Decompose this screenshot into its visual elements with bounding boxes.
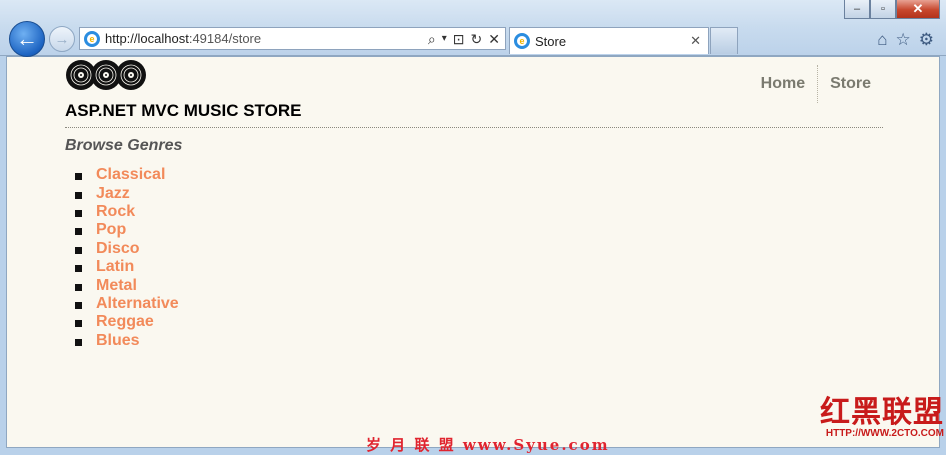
bullet-icon bbox=[75, 173, 82, 181]
watermark-corner: 红黑联盟 HTTP://WWW.2CTO.COM bbox=[820, 395, 944, 440]
genre-link[interactable]: Jazz bbox=[96, 185, 130, 203]
address-tools: ⌕ ▾ ⊡ ↻ ✕ bbox=[428, 30, 500, 48]
nav-store-link[interactable]: Store bbox=[817, 65, 883, 103]
genre-link[interactable]: Metal bbox=[96, 277, 137, 295]
minimize-button[interactable]: – bbox=[844, 0, 870, 19]
genre-link[interactable]: Disco bbox=[96, 240, 140, 258]
address-bar[interactable]: e http://localhost:49184/store ⌕ ▾ ⊡ ↻ ✕ bbox=[79, 27, 506, 50]
genre-list: Classical Jazz Rock Pop Disco Latin Meta… bbox=[65, 166, 179, 350]
tab-close-icon[interactable]: ✕ bbox=[690, 33, 701, 49]
forward-arrow-icon: → bbox=[54, 30, 70, 48]
list-item: Reggae bbox=[65, 313, 179, 331]
list-item: Latin bbox=[65, 258, 179, 276]
list-item: Pop bbox=[65, 221, 179, 239]
genre-link[interactable]: Pop bbox=[96, 221, 126, 239]
tab-title: Store bbox=[535, 33, 567, 49]
ie-icon: e bbox=[84, 30, 100, 47]
back-arrow-icon: ← bbox=[16, 26, 38, 51]
list-item: Blues bbox=[65, 332, 179, 350]
list-item: Disco bbox=[65, 240, 179, 258]
bullet-icon bbox=[75, 338, 82, 346]
bullet-icon bbox=[75, 246, 82, 254]
dropdown-icon[interactable]: ▾ bbox=[442, 30, 447, 48]
close-window-button[interactable]: ✕ bbox=[896, 0, 940, 19]
forward-button[interactable]: → bbox=[49, 26, 75, 52]
home-icon[interactable]: ⌂ bbox=[877, 30, 887, 50]
list-item: Jazz bbox=[65, 184, 179, 202]
compat-view-icon[interactable]: ⊡ bbox=[453, 30, 465, 48]
bullet-icon bbox=[75, 209, 82, 217]
watermark-corner-url: HTTP://WWW.2CTO.COM bbox=[825, 428, 944, 439]
vinyl-logo-icon bbox=[66, 60, 146, 90]
bullet-icon bbox=[75, 228, 82, 236]
header-divider bbox=[65, 127, 883, 128]
page-viewport: ASP.NET MVC MUSIC STORE Home Store Brows… bbox=[6, 56, 940, 448]
back-button[interactable]: ← bbox=[9, 21, 45, 57]
maximize-button[interactable]: ▫ bbox=[870, 0, 896, 19]
window-controls: – ▫ ✕ bbox=[844, 0, 940, 19]
url-host: http://localhost bbox=[105, 31, 189, 46]
watermark-bottom: 岁 月 联 盟 www.Syue.com bbox=[366, 436, 610, 454]
bullet-icon bbox=[75, 301, 82, 309]
list-item: Rock bbox=[65, 203, 179, 221]
nav-home-link[interactable]: Home bbox=[749, 65, 817, 103]
url-text[interactable]: http://localhost:49184/store bbox=[105, 31, 261, 46]
bullet-icon bbox=[75, 265, 82, 273]
genre-link[interactable]: Rock bbox=[96, 203, 135, 221]
refresh-icon[interactable]: ↻ bbox=[471, 30, 483, 48]
url-path: :49184/store bbox=[188, 31, 262, 46]
list-item: Metal bbox=[65, 276, 179, 294]
search-icon[interactable]: ⌕ bbox=[428, 30, 436, 48]
bullet-icon bbox=[75, 320, 82, 328]
tab-ie-icon: e bbox=[514, 33, 530, 49]
watermark-corner-logo: 红黑联盟 bbox=[820, 395, 944, 430]
new-tab-button[interactable] bbox=[710, 27, 738, 54]
genre-link[interactable]: Classical bbox=[96, 166, 165, 184]
bullet-icon bbox=[75, 191, 82, 199]
gear-icon[interactable]: ⚙ bbox=[919, 30, 934, 50]
browser-toolbar: ⌂ ☆ ⚙ bbox=[877, 30, 934, 50]
list-item: Alternative bbox=[65, 295, 179, 313]
top-nav: Home Store bbox=[749, 65, 883, 103]
tab-store[interactable]: e Store ✕ bbox=[509, 27, 709, 54]
genre-link[interactable]: Blues bbox=[96, 332, 140, 350]
star-icon[interactable]: ☆ bbox=[896, 30, 911, 50]
site-title: ASP.NET MVC MUSIC STORE bbox=[65, 101, 302, 120]
genre-link[interactable]: Alternative bbox=[96, 295, 179, 313]
browser-chrome: – ▫ ✕ ← → e http://localhost:49184/store… bbox=[0, 0, 946, 57]
genre-link[interactable]: Latin bbox=[96, 258, 134, 276]
list-item: Classical bbox=[65, 166, 179, 184]
stop-icon[interactable]: ✕ bbox=[488, 30, 500, 48]
browse-genres-heading: Browse Genres bbox=[65, 137, 183, 154]
bullet-icon bbox=[75, 283, 82, 291]
genre-link[interactable]: Reggae bbox=[96, 313, 154, 331]
